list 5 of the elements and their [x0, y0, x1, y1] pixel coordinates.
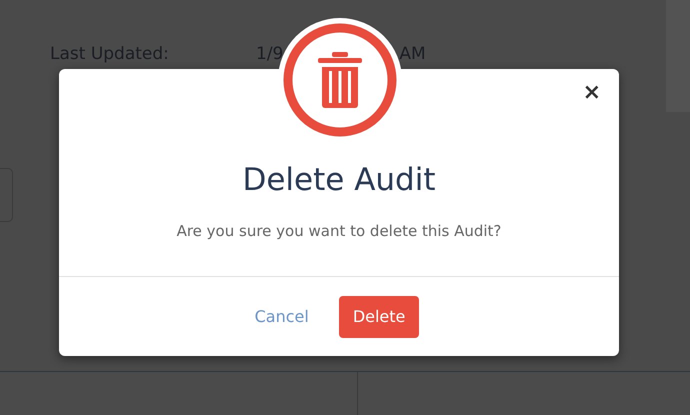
delete-button[interactable]: Delete: [338, 296, 420, 338]
cancel-button[interactable]: Cancel: [252, 303, 311, 330]
dialog-title: Delete Audit: [242, 162, 436, 198]
dialog-message: Are you sure you want to delete this Audit?: [176, 222, 502, 240]
close-button[interactable]: ×: [580, 81, 603, 105]
